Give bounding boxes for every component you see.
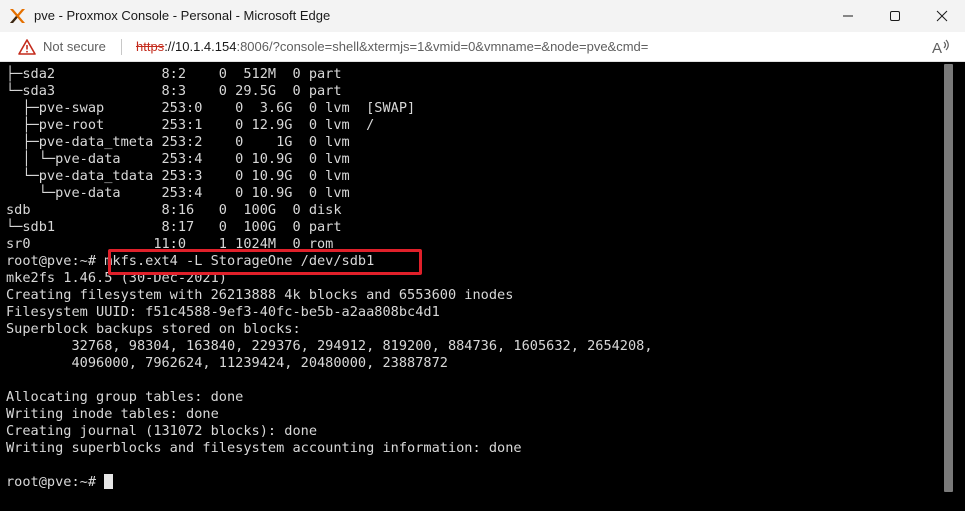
terminal-line: Creating filesystem with 26213888 4k blo… — [6, 287, 514, 303]
command-highlight-box — [108, 249, 422, 275]
read-aloud-icon[interactable]: A — [931, 38, 951, 56]
url-text[interactable]: https://10.1.4.154:8006/?console=shell&x… — [136, 39, 648, 54]
terminal-line: │ └─pve-data 253:4 0 10.9G 0 lvm — [6, 151, 350, 167]
terminal-line: Writing superblocks and filesystem accou… — [6, 440, 522, 456]
terminal-cursor — [104, 474, 114, 489]
address-separator — [121, 39, 122, 55]
terminal[interactable]: ├─sda2 8:2 0 512M 0 part └─sda3 8:3 0 29.… — [0, 62, 965, 511]
terminal-line: ├─sda2 8:2 0 512M 0 part — [6, 66, 342, 82]
terminal-line: Allocating group tables: done — [6, 389, 244, 405]
title-bar: pve - Proxmox Console - Personal - Micro… — [0, 0, 965, 32]
terminal-line: └─pve-data_tdata 253:3 0 10.9G 0 lvm — [6, 168, 350, 184]
terminal-line: Writing inode tables: done — [6, 406, 219, 422]
terminal-line: └─sdb1 8:17 0 100G 0 part — [6, 219, 342, 235]
terminal-scrollbar[interactable] — [943, 64, 954, 492]
terminal-line: ├─pve-data_tmeta 253:2 0 1G 0 lvm — [6, 134, 350, 150]
terminal-line: Superblock backups stored on blocks: — [6, 321, 301, 337]
warning-triangle-icon[interactable] — [18, 38, 36, 56]
terminal-line: root@pve:~# — [6, 474, 936, 491]
terminal-line: ├─pve-swap 253:0 0 3.6G 0 lvm [SWAP] — [6, 100, 416, 116]
url-host: ://10.1.4.154 — [164, 39, 237, 54]
terminal-line: └─pve-data 253:4 0 10.9G 0 lvm — [6, 185, 350, 201]
terminal-line: ├─pve-root 253:1 0 12.9G 0 lvm / — [6, 117, 375, 133]
terminal-line: 32768, 98304, 163840, 229376, 294912, 81… — [6, 338, 653, 354]
minimize-icon — [843, 15, 853, 17]
terminal-output: ├─sda2 8:2 0 512M 0 part └─sda3 8:3 0 29.… — [6, 66, 936, 491]
close-button[interactable] — [919, 0, 965, 32]
proxmox-logo-icon — [10, 9, 25, 23]
window-title: pve - Proxmox Console - Personal - Micro… — [34, 8, 331, 23]
maximize-button[interactable] — [872, 0, 918, 32]
minimize-button[interactable] — [825, 0, 871, 32]
url-path: :8006/?console=shell&xtermjs=1&vmid=0&vm… — [236, 39, 649, 54]
address-bar[interactable]: Not secure https://10.1.4.154:8006/?cons… — [0, 32, 965, 62]
terminal-line: └─sda3 8:3 0 29.5G 0 part — [6, 83, 342, 99]
read-aloud-glyph: A — [932, 40, 942, 56]
terminal-line: Creating journal (131072 blocks): done — [6, 423, 317, 439]
terminal-line: sdb 8:16 0 100G 0 disk — [6, 202, 342, 218]
url-scheme: https — [136, 39, 165, 54]
not-secure-label[interactable]: Not secure — [43, 39, 106, 54]
terminal-line: 4096000, 7962624, 11239424, 20480000, 23… — [6, 355, 448, 371]
scrollbar-thumb[interactable] — [944, 64, 953, 492]
maximize-icon — [890, 11, 900, 21]
close-icon — [936, 10, 948, 22]
terminal-line: Filesystem UUID: f51c4588-9ef3-40fc-be5b… — [6, 304, 440, 320]
